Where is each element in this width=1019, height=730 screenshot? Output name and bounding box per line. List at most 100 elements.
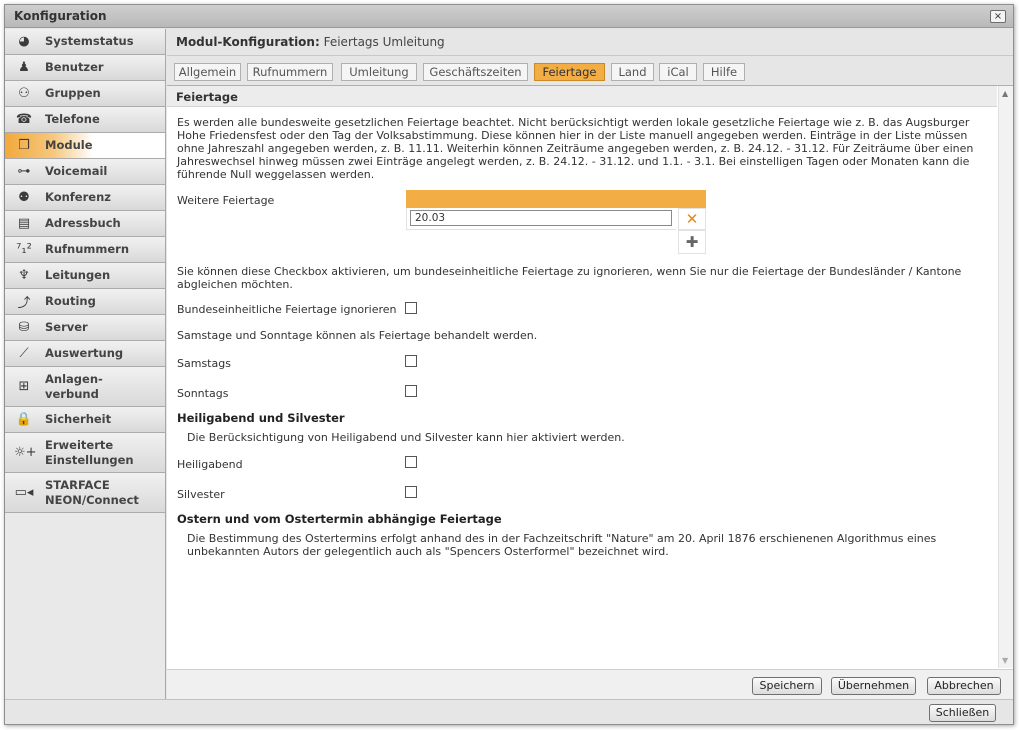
holiday-date-input[interactable] bbox=[410, 210, 672, 226]
sidebar-item-rufnummern[interactable]: ⁷₁² Rufnummern bbox=[5, 237, 165, 263]
scroll-up-icon[interactable]: ▲ bbox=[1002, 89, 1008, 98]
weekend-info-text: Samstage und Sonntage können als Feierta… bbox=[177, 329, 538, 342]
tab-rufnummern[interactable]: Rufnummern bbox=[247, 63, 333, 81]
sidebar-item-label: Konferenz bbox=[45, 190, 111, 204]
tab-umleitung[interactable]: Umleitung bbox=[341, 63, 417, 81]
title-bar: Konfiguration × bbox=[5, 5, 1013, 28]
module-name: Feiertags Umleitung bbox=[323, 35, 445, 49]
sidebar-item-leitungen[interactable]: ♆ Leitungen bbox=[5, 263, 165, 289]
sidebar-item-konferenz[interactable]: ⚉ Konferenz bbox=[5, 185, 165, 211]
sidebar-item-anlagenverbund[interactable]: ⊞ Anlagen-verbund bbox=[5, 367, 165, 407]
silvester-label: Silvester bbox=[177, 488, 225, 501]
sidebar-item-label: Erweiterte Einstellungen bbox=[45, 438, 134, 468]
sidebar-item-label: Adressbuch bbox=[45, 216, 121, 230]
sidebar-item-label: STARFACE NEON/Connect bbox=[45, 478, 139, 508]
heiligabend-silvester-info: Die Berücksichtigung von Heiligabend und… bbox=[187, 431, 625, 444]
heiligabend-label: Heiligabend bbox=[177, 458, 243, 471]
ignore-federal-holidays-label: Bundeseinheitliche Feiertage ignorieren bbox=[177, 303, 397, 316]
info-line: Die Bestimmung des Ostertermins erfolgt … bbox=[187, 532, 937, 545]
heiligabend-silvester-heading: Heiligabend und Silvester bbox=[177, 411, 345, 425]
sidebar-item-label: Server bbox=[45, 320, 88, 334]
list-item bbox=[406, 208, 676, 230]
sidebar-item-benutzer[interactable]: ♟ Benutzer bbox=[5, 55, 165, 81]
sidebar-item-gruppen[interactable]: ⚇ Gruppen bbox=[5, 81, 165, 107]
line-chart-icon: ⟋ bbox=[19, 346, 29, 361]
label-line-2: NEON/Connect bbox=[45, 492, 139, 507]
save-button[interactable]: Speichern bbox=[752, 677, 822, 695]
sidebar-item-systemstatus[interactable]: ◕ Systemstatus bbox=[5, 29, 165, 55]
samstags-checkbox[interactable] bbox=[405, 355, 417, 367]
action-bar: Speichern Übernehmen Abbrechen bbox=[167, 669, 1013, 699]
sidebar-item-label: Anlagen-verbund bbox=[45, 372, 103, 402]
video-camera-icon: ▭◂ bbox=[14, 485, 34, 500]
weitere-feiertage-list: ✕ ✚ bbox=[406, 190, 706, 254]
label-line-1: STARFACE bbox=[45, 477, 110, 492]
server-icon: ⛁ bbox=[18, 320, 30, 335]
intro-line: Jahreswechsel hinweg müssen zwei Einträg… bbox=[177, 155, 970, 168]
phone-icon: ☎ bbox=[15, 112, 33, 127]
cancel-button[interactable]: Abbrechen bbox=[927, 677, 1001, 695]
info-line: Sie können diese Checkbox aktivieren, um… bbox=[177, 265, 962, 278]
intro-text: Es werden alle bundesweite gesetzlichen … bbox=[177, 116, 987, 181]
numbers-icon: ⁷₁² bbox=[16, 242, 32, 257]
tab-bar: Allgemein Rufnummern Umleitung Geschäfts… bbox=[167, 56, 1013, 86]
sidebar-item-label: Voicemail bbox=[45, 164, 108, 178]
sidebar-item-server[interactable]: ⛁ Server bbox=[5, 315, 165, 341]
group-icon: ⚇ bbox=[18, 86, 30, 101]
close-button[interactable]: Schließen bbox=[929, 704, 996, 722]
tab-feiertage[interactable]: Feiertage bbox=[534, 63, 605, 81]
sidebar-item-label: Systemstatus bbox=[45, 34, 134, 48]
heiligabend-checkbox[interactable] bbox=[405, 456, 417, 468]
label-line-1: Anlagen- bbox=[45, 371, 103, 386]
add-entry-icon[interactable]: ✚ bbox=[678, 230, 706, 254]
label-line-1: Erweiterte bbox=[45, 437, 114, 452]
user-icon: ♟ bbox=[18, 60, 30, 75]
tab-land[interactable]: Land bbox=[611, 63, 654, 81]
sidebar-item-label: Telefone bbox=[45, 112, 100, 126]
sidebar-item-label: Benutzer bbox=[45, 60, 104, 74]
tab-allgemein[interactable]: Allgemein bbox=[174, 63, 241, 81]
sidebar-item-label: Module bbox=[45, 138, 93, 152]
sidebar-item-label: Leitungen bbox=[45, 268, 111, 282]
conference-icon: ⚉ bbox=[18, 190, 30, 205]
sidebar-item-routing[interactable]: ⤴ Routing bbox=[5, 289, 165, 315]
sidebar-item-voicemail[interactable]: ⊶ Voicemail bbox=[5, 159, 165, 185]
sidebar-item-module[interactable]: ❒ Module bbox=[5, 133, 165, 159]
ostern-info-text: Die Bestimmung des Ostertermins erfolgt … bbox=[187, 532, 987, 558]
sidebar-item-sicherheit[interactable]: 🔒 Sicherheit bbox=[5, 407, 165, 433]
intro-line: Es werden alle bundesweite gesetzlichen … bbox=[177, 116, 970, 129]
close-window-icon[interactable]: × bbox=[990, 10, 1006, 23]
sidebar-item-starface-neon-connect[interactable]: ▭◂ STARFACE NEON/Connect bbox=[5, 473, 165, 513]
vertical-scrollbar[interactable]: ▲ ▼ bbox=[998, 86, 1013, 668]
tab-hilfe[interactable]: Hilfe bbox=[703, 63, 745, 81]
tab-geschaeftszeiten[interactable]: Geschäftszeiten bbox=[423, 63, 528, 81]
window-footer: Schließen bbox=[5, 699, 1013, 724]
advanced-settings-icon: ☼+ bbox=[14, 445, 37, 460]
tab-ical[interactable]: iCal bbox=[659, 63, 697, 81]
sidebar-item-adressbuch[interactable]: ▤ Adressbuch bbox=[5, 211, 165, 237]
content-header: Modul-Konfiguration: Feiertags Umleitung bbox=[167, 29, 1013, 56]
silvester-checkbox[interactable] bbox=[405, 486, 417, 498]
routing-icon: ⤴ bbox=[17, 296, 31, 311]
window-title: Konfiguration bbox=[14, 9, 107, 23]
weitere-feiertage-label: Weitere Feiertage bbox=[177, 194, 275, 207]
sidebar-item-auswertung[interactable]: ⟋ Auswertung bbox=[5, 341, 165, 367]
line-plug-icon: ♆ bbox=[18, 268, 30, 283]
sonntags-checkbox[interactable] bbox=[405, 385, 417, 397]
sidebar-item-label: Sicherheit bbox=[45, 412, 112, 426]
sonntags-label: Sonntags bbox=[177, 387, 229, 400]
configuration-window: Konfiguration × ◕ Systemstatus ♟ Benutze… bbox=[4, 4, 1014, 725]
samstags-label: Samstags bbox=[177, 357, 231, 370]
delete-entry-icon[interactable]: ✕ bbox=[678, 208, 706, 230]
main-content: Modul-Konfiguration: Feiertags Umleitung… bbox=[167, 29, 1013, 699]
sidebar-item-telefone[interactable]: ☎ Telefone bbox=[5, 107, 165, 133]
scroll-down-icon[interactable]: ▼ bbox=[1002, 656, 1008, 665]
sidebar-item-label: Auswertung bbox=[45, 346, 124, 360]
lock-icon: 🔒 bbox=[15, 412, 33, 427]
sidebar-item-erweiterte-einstellungen[interactable]: ☼+ Erweiterte Einstellungen bbox=[5, 433, 165, 473]
address-book-icon: ▤ bbox=[17, 216, 31, 231]
header-prefix: Modul-Konfiguration: bbox=[176, 35, 320, 49]
apply-button[interactable]: Übernehmen bbox=[831, 677, 916, 695]
ignore-federal-holidays-checkbox[interactable] bbox=[405, 302, 417, 314]
voicemail-icon: ⊶ bbox=[17, 164, 31, 179]
